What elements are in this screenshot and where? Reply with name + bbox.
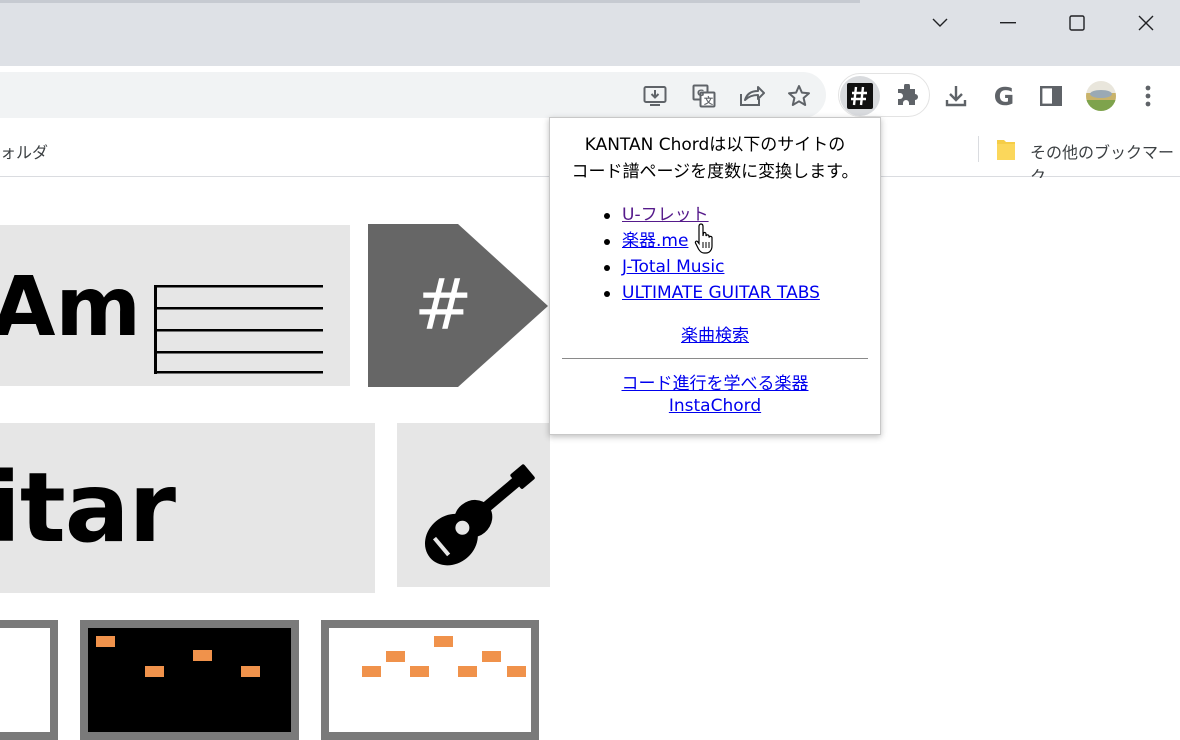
star-icon (788, 85, 810, 106)
more-menu-button[interactable] (1130, 78, 1166, 114)
bookmark-star-button[interactable] (781, 78, 817, 114)
more-menu-icon (1145, 85, 1151, 107)
site-link-jtotal[interactable]: J-Total Music (622, 257, 724, 277)
chord-card[interactable]: Am (0, 225, 350, 386)
translate-icon: G 文 (692, 84, 716, 108)
profile-button[interactable] (1083, 78, 1119, 114)
translate-button[interactable]: G 文 (686, 78, 722, 114)
kantan-chord-extension-icon (847, 83, 873, 109)
puzzle-icon (898, 84, 918, 105)
kantan-chord-extension-button[interactable] (840, 76, 880, 116)
close-icon (1138, 15, 1154, 31)
install-app-icon (643, 86, 667, 106)
download-icon (945, 86, 967, 107)
list-item: U-フレット (604, 202, 820, 228)
bookmark-folder-left[interactable]: ォルダ (0, 139, 48, 163)
guitar-icon-card[interactable] (397, 423, 550, 587)
extensions-button[interactable] (889, 78, 925, 114)
share-button[interactable] (734, 78, 770, 114)
side-panel-icon (1040, 86, 1062, 106)
guitar-text: itar (0, 452, 176, 564)
maximize-icon (1069, 15, 1085, 31)
list-item: ULTIMATE GUITAR TABS (604, 280, 820, 306)
maximize-button[interactable] (1043, 0, 1111, 46)
learn-row: コード進行を学べる楽器 (550, 369, 880, 394)
song-search-row: 楽曲検索 (550, 321, 880, 346)
google-g-icon: G (993, 81, 1015, 111)
sharp-symbol: # (414, 264, 473, 346)
popup-divider (562, 358, 868, 359)
share-icon (740, 86, 765, 106)
minimize-icon (1000, 22, 1016, 24)
close-window-button[interactable] (1112, 0, 1180, 46)
guitar-card[interactable]: itar (0, 423, 375, 593)
site-link-ultimate-guitar[interactable]: ULTIMATE GUITAR TABS (622, 283, 820, 303)
staff-lines-icon (154, 285, 323, 374)
minimize-button[interactable] (974, 0, 1042, 46)
list-item: J-Total Music (604, 254, 820, 280)
title-bar (0, 0, 1180, 66)
google-button[interactable]: G (986, 78, 1022, 114)
acoustic-guitar-icon (424, 464, 535, 566)
profile-avatar-icon (1086, 81, 1116, 111)
list-item: 楽器.me (604, 228, 820, 254)
chord-text: Am (0, 260, 141, 355)
popup-intro-line2: コード譜ページを度数に変換します。 (571, 162, 859, 182)
svg-text:文: 文 (703, 95, 714, 107)
hand-cursor-icon (694, 223, 713, 254)
folder-icon (997, 140, 1015, 160)
pattern-card-1[interactable] (0, 620, 58, 740)
note-pattern-light (362, 636, 526, 677)
kantan-chord-popup: KANTAN Chordは以下のサイトの コード譜ページを度数に変換します。 U… (549, 117, 881, 435)
pattern-card-2[interactable] (80, 620, 299, 740)
insta-row: InstaChord (550, 396, 880, 416)
learn-instrument-link[interactable]: コード進行を学べる楽器 (622, 374, 809, 394)
bookmarks-separator (978, 136, 979, 162)
site-link-gakki-me[interactable]: 楽器.me (622, 231, 688, 251)
side-panel-button[interactable] (1033, 78, 1069, 114)
instachord-link[interactable]: InstaChord (669, 396, 761, 416)
tab-search-button[interactable] (906, 0, 974, 46)
note-pattern-dark (96, 636, 260, 677)
chevron-down-icon (932, 18, 948, 27)
popup-intro-line1: KANTAN Chordは以下のサイトの (584, 135, 846, 155)
install-app-button[interactable] (637, 78, 673, 114)
popup-intro: KANTAN Chordは以下のサイトの コード譜ページを度数に変換します。 (550, 132, 880, 186)
song-search-link[interactable]: 楽曲検索 (681, 326, 749, 346)
tab-strip-edge (0, 0, 860, 3)
supported-sites-list: U-フレット 楽器.me J-Total Music ULTIMATE GUIT… (604, 202, 820, 306)
downloads-button[interactable] (938, 78, 974, 114)
pattern-card-3[interactable] (321, 620, 539, 740)
chord-name: Am (0, 267, 141, 349)
